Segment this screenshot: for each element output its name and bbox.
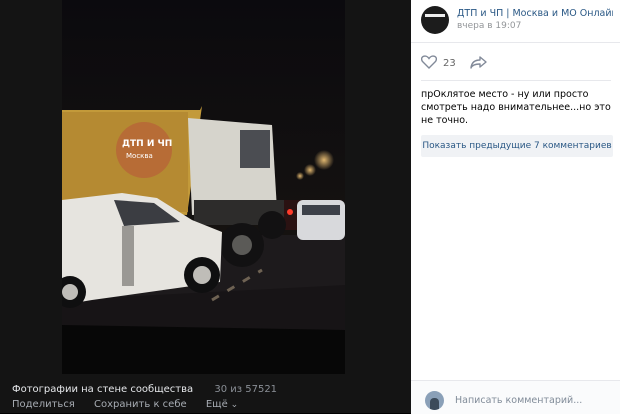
share-icon[interactable] — [470, 54, 487, 73]
post-header: ДТП и ЧП | Москва и МО Онлайн | ... вчер… — [411, 0, 620, 43]
group-avatar[interactable] — [421, 6, 449, 34]
like-count: 23 — [443, 57, 456, 69]
photo-actions: Поделиться Сохранить к себе Ещё — [12, 399, 254, 410]
watermark-text: ДТП И ЧП — [122, 139, 172, 149]
photo-footer: Фотографии на стене сообщества 30 из 575… — [12, 384, 277, 395]
heart-icon[interactable] — [420, 54, 438, 73]
watermark-subtext: Москва — [126, 152, 153, 160]
comment-composer: Написать комментарий... — [411, 380, 620, 414]
accident-photo[interactable]: ДТП И ЧП Москва — [62, 0, 345, 374]
share-link[interactable]: Поделиться — [12, 399, 75, 410]
save-link[interactable]: Сохранить к себе — [94, 399, 187, 410]
reactions-bar: 23 — [420, 54, 487, 73]
post-time[interactable]: вчера в 19:07 — [457, 21, 521, 31]
user-avatar[interactable] — [425, 391, 444, 410]
album-title[interactable]: Фотографии на стене сообщества — [12, 384, 193, 395]
post-panel: ДТП и ЧП | Москва и МО Онлайн | ... вчер… — [411, 0, 620, 414]
group-name[interactable]: ДТП и ЧП | Москва и МО Онлайн | ... — [457, 8, 613, 19]
show-previous-comments-button[interactable]: Показать предыдущие 7 комментариев — [421, 135, 613, 157]
comment-input[interactable]: Написать комментарий... — [455, 395, 582, 406]
more-menu[interactable]: Ещё — [206, 399, 238, 410]
photo-counter: 30 из 57521 — [214, 384, 278, 395]
comment-text: прОклятое место - ну или просто смотреть… — [421, 89, 611, 126]
photo-viewer: ДТП И ЧП Москва Фотографии на стене сооб… — [0, 0, 411, 413]
divider — [421, 80, 611, 81]
